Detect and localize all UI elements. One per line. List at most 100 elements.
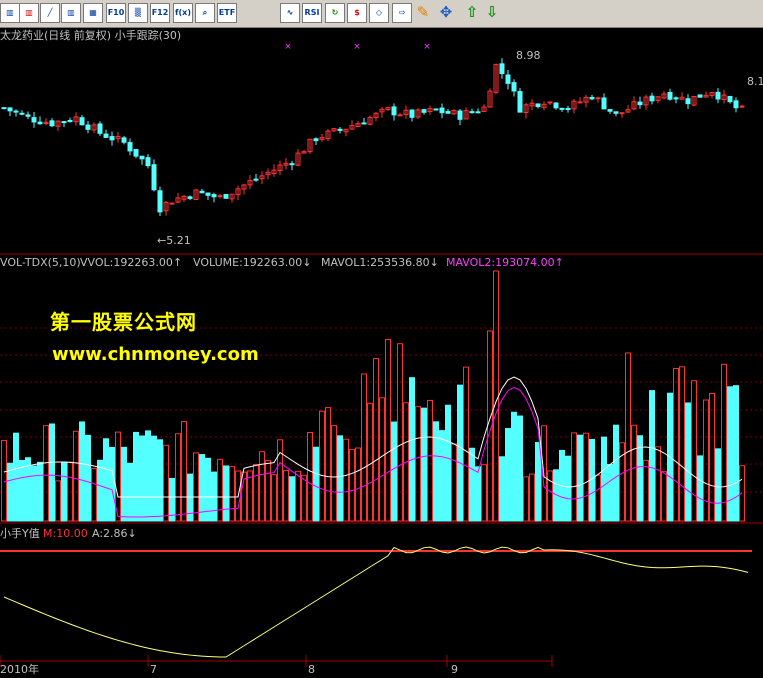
wave-icon[interactable]: ∿ [280,3,300,23]
volume-bar [457,384,463,522]
time-label-year: 2010年 [0,663,39,676]
volume-bar [643,459,649,522]
volume-bar [19,460,25,522]
watermark-url: www.chnmoney.com [52,344,259,365]
candle-body [517,91,523,113]
f11-icon[interactable]: F12 [150,3,170,23]
candle-body [223,194,229,199]
volume-bar [307,432,313,522]
candle-body [727,96,733,103]
candle-body [391,106,397,116]
refresh-icon[interactable]: ↻ [325,3,345,23]
analysis-icon[interactable]: ▒ [128,3,148,23]
volume-bar [529,473,535,522]
etf-icon[interactable]: ETF [217,3,237,23]
indicator-title[interactable]: 小手Y值 [0,527,40,540]
chart-area[interactable]: × × × 太龙药业(日线 前复权) 小手跟踪(30) 8.98 ←5.21 8.1… [0,27,763,678]
volume-bar [337,435,343,522]
volume-bar [157,439,163,522]
volume-bar [55,480,61,522]
export-icon[interactable]: ⇨ [392,3,412,23]
layout-icon[interactable]: ▦ [83,3,103,23]
up-arrow-icon[interactable]: ⇧ [462,3,482,23]
volume-bar [601,436,607,522]
candle-body [469,111,475,114]
volume-bar [409,377,415,522]
volume-bar [37,461,43,522]
volume-bar [427,399,433,522]
kline-icon[interactable]: ▥ [19,3,39,23]
volume-bar [577,434,583,522]
candle-body [397,114,403,117]
volume-bar [259,451,265,522]
volume-indicator-name[interactable]: VOL-TDX(5,10) [0,256,81,269]
volume-bar [481,464,487,522]
line-chart-icon[interactable]: ╱ [40,3,60,23]
candle-body [151,164,157,191]
volume-bar [145,430,151,522]
volume-bar [493,270,499,522]
candle-body [103,133,109,138]
volume-bar [691,380,697,522]
volume-value: VOLUME:192263.00↓ [193,256,312,269]
bar-chart-icon[interactable]: ▥ [0,3,20,23]
volume-bar [301,474,307,522]
volume-bar [655,446,661,522]
candle-body [337,128,343,131]
toolbar: ▥ ▥ ╱ ▥ ▦ F10 ▒ F12 f(x) ⌕ ETF ∿ RSI ↻ $ ◇ ⇨ ✎ ✥ ⇧ ⇩ [0,0,763,28]
volume-bar [139,435,145,522]
volume-bar [289,476,295,522]
volume-bar [349,448,355,522]
volume-bar [517,415,523,522]
candle-body [673,97,679,100]
candle-body [217,195,223,198]
volume-bar [265,460,271,522]
formula-icon[interactable]: f(x) [173,3,193,23]
candle-body [169,202,175,205]
search-icon[interactable]: ⌕ [195,3,215,23]
volume-bar [505,428,511,522]
volume-bar [637,435,643,522]
vvol-value: VVOL:192263.00↑ [80,256,183,269]
volume-bar [613,424,619,522]
pencil-icon[interactable]: ✎ [413,3,433,23]
candle-body [187,196,193,199]
candle-body [139,155,145,160]
volume-bar [679,366,685,522]
candle-body [67,119,73,122]
volume-bar [43,425,49,522]
volume-bar [193,452,199,522]
volume-bar [685,402,691,522]
f10-icon[interactable]: F10 [106,3,126,23]
candle-body [601,97,607,110]
volume-bar [565,455,571,522]
volume-bar [85,434,91,522]
volume-bar [103,438,109,522]
volume-bar [439,430,445,522]
rsi-icon[interactable]: RSI [302,3,322,23]
volume-bar [319,410,325,522]
candle-body [607,109,613,112]
tag-icon[interactable]: ◇ [369,3,389,23]
price-right-label: 8.1 [747,75,763,88]
candlestick-icon[interactable]: ▥ [61,3,81,23]
move-icon[interactable]: ✥ [436,3,456,23]
candle-body [109,136,115,141]
candle-body [511,82,517,92]
volume-bar [295,470,301,522]
candle-body [31,117,37,123]
volume-bar [607,463,613,522]
candle-body [313,138,319,142]
candle-body [649,95,655,102]
volume-bar [247,470,253,522]
volume-bar [313,446,319,522]
down-arrow-icon[interactable]: ⇩ [482,3,502,23]
volume-bar [469,447,475,522]
volume-bar [121,446,127,522]
volume-bar [223,465,229,522]
volume-bar [7,462,13,522]
candle-body [553,102,559,109]
candle-body [589,96,595,100]
money-icon[interactable]: $ [347,3,367,23]
candle-body [13,110,19,113]
